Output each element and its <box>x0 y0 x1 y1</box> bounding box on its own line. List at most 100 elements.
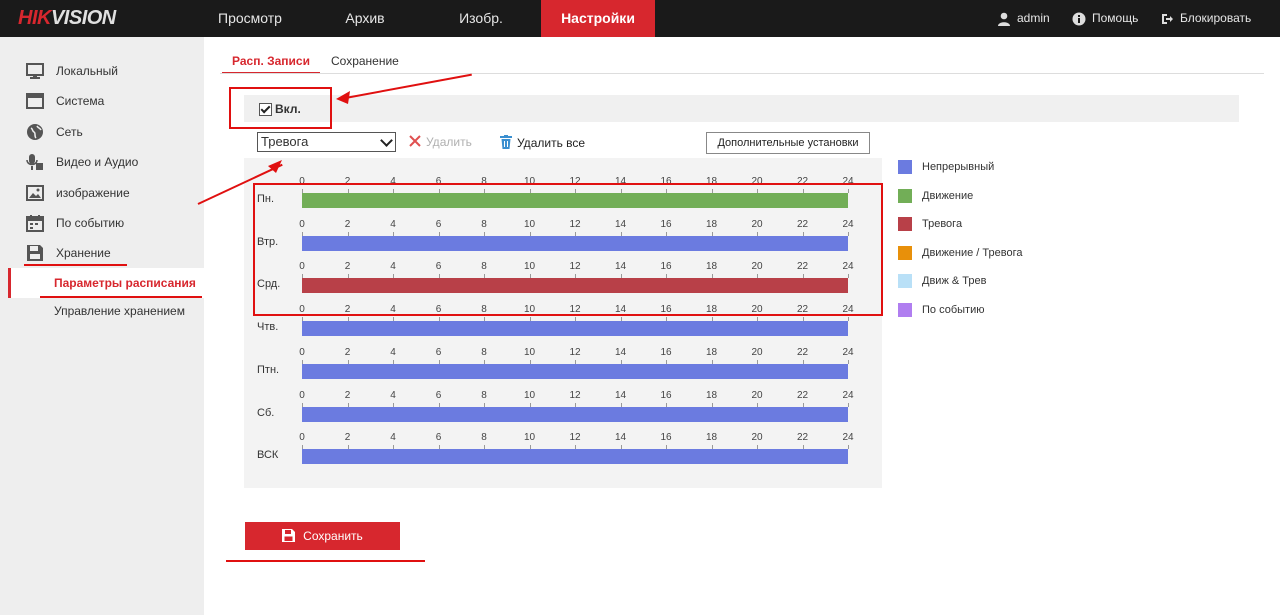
image-icon <box>26 185 44 201</box>
info-icon <box>1072 12 1086 26</box>
logout-icon <box>1162 13 1173 24</box>
legend-swatch[interactable] <box>898 188 912 203</box>
annotation-enable-box <box>229 87 332 129</box>
tab-storage[interactable]: Сохранение <box>331 52 399 72</box>
hour-tick-label: 2 <box>344 432 351 444</box>
hour-tick-label: 4 <box>390 346 396 358</box>
record-type-value: Тревога <box>261 134 309 149</box>
tab-divider <box>220 73 1264 74</box>
sidebar-subitem-storage-management[interactable]: Управление хранением <box>54 304 185 318</box>
hour-tick-label: 20 <box>751 389 763 401</box>
legend-label: Тревога <box>922 218 963 230</box>
enable-row <box>244 95 1239 122</box>
day-schedule-bar[interactable] <box>302 449 848 465</box>
sidebar-item-label: Хранение <box>56 246 111 260</box>
globe-icon <box>27 124 43 140</box>
day-label: Сб. <box>257 406 275 419</box>
arrowhead-icon <box>336 91 350 104</box>
legend-swatch[interactable] <box>898 302 912 317</box>
hour-tick-label: 10 <box>523 346 536 358</box>
legend-swatch[interactable] <box>898 245 912 260</box>
delete-label: Удалить <box>426 135 472 149</box>
sidebar-item-label: изображение <box>56 186 130 200</box>
sidebar-item-label: Видео и Аудио <box>56 155 139 169</box>
hour-tick-label: 6 <box>435 346 442 358</box>
hour-tick-label: 24 <box>842 346 854 358</box>
lock-link[interactable]: Блокировать <box>1160 0 1251 37</box>
save-icon <box>282 529 296 542</box>
hour-tick-label: 24 <box>842 432 854 444</box>
annotation-underline-storage <box>24 264 127 266</box>
legend-label: Движение / Тревога <box>922 246 1023 259</box>
day-schedule-bar[interactable] <box>302 406 848 422</box>
sidebar-subitem-label: Параметры расписания <box>54 276 196 290</box>
close-icon <box>409 135 421 147</box>
hour-tick-mark <box>848 402 849 407</box>
lock-label: Блокировать <box>1180 11 1252 25</box>
record-type-select[interactable]: Тревога <box>257 132 396 152</box>
mic-camera-icon <box>26 154 43 170</box>
storage-icon <box>27 245 43 261</box>
save-button[interactable]: Сохранить <box>245 522 400 550</box>
hour-tick-mark <box>848 445 849 450</box>
hour-tick-label: 0 <box>299 389 305 401</box>
hour-tick-label: 12 <box>569 346 581 358</box>
hour-tick-label: 8 <box>481 389 487 401</box>
nav-image[interactable]: Изобр. <box>436 0 526 37</box>
advanced-settings-button[interactable]: Дополнительные установки <box>706 132 870 154</box>
legend-swatch[interactable] <box>898 217 912 231</box>
hour-tick-label: 2 <box>344 346 351 358</box>
hour-tick-label: 22 <box>796 389 809 401</box>
hour-tick-label: 4 <box>390 432 396 444</box>
hour-tick-label: 14 <box>614 432 627 444</box>
legend-label: Непрерывный <box>922 161 995 173</box>
help-link[interactable]: Помощь <box>1072 0 1138 37</box>
hour-tick-label: 14 <box>614 389 627 401</box>
hour-tick-label: 18 <box>705 432 718 444</box>
delete-all-label: Удалить все <box>517 136 586 150</box>
sidebar-item-label: Сеть <box>56 125 83 139</box>
hour-tick-label: 10 <box>523 432 536 444</box>
legend-label: По событию <box>922 303 985 316</box>
hour-tick-label: 8 <box>481 346 487 358</box>
hour-tick-label: 16 <box>660 346 672 358</box>
legend-label: Движение <box>922 189 974 202</box>
day-schedule-bar[interactable] <box>302 321 848 337</box>
username: admin <box>1017 11 1050 25</box>
sidebar-item-label: По событию <box>56 216 125 230</box>
nav-settings[interactable]: Настройки <box>541 0 655 37</box>
hour-tick-mark <box>848 359 849 364</box>
day-label: Птн. <box>257 363 280 376</box>
day-label: ВСК <box>257 449 279 462</box>
nav-preview[interactable]: Просмотр <box>205 0 295 37</box>
hour-tick-label: 22 <box>796 346 809 358</box>
hour-tick-label: 10 <box>523 389 536 401</box>
day-schedule-bar[interactable] <box>302 363 848 379</box>
hour-tick-label: 4 <box>390 389 396 401</box>
tab-record-schedule[interactable]: Расп. Записи <box>222 52 320 74</box>
delete-all-button[interactable]: Удалить все <box>500 135 585 150</box>
nav-archive[interactable]: Архив <box>320 0 410 37</box>
hour-tick-label: 0 <box>299 432 305 444</box>
hour-tick-label: 14 <box>614 346 627 358</box>
arrowhead-icon <box>268 160 282 173</box>
hour-tick-label: 8 <box>481 432 487 444</box>
legend-label: Движ & Трев <box>922 275 987 287</box>
hour-tick-mark <box>848 317 849 322</box>
legend-swatch[interactable] <box>898 160 912 174</box>
sidebar-item-label: Система <box>56 94 105 108</box>
trash-icon <box>500 135 512 149</box>
hour-tick-label: 18 <box>705 389 718 401</box>
sidebar-subitem-schedule[interactable]: Параметры расписания <box>8 268 207 298</box>
annotation-schedule-box <box>253 183 883 316</box>
monitor-icon <box>26 63 44 79</box>
hour-tick-label: 2 <box>344 389 351 401</box>
delete-button[interactable]: Удалить <box>409 135 472 149</box>
sidebar-item-label: Локальный <box>56 64 118 78</box>
hour-tick-label: 18 <box>705 346 718 358</box>
hour-tick-label: 0 <box>299 346 305 358</box>
hour-tick-label: 12 <box>569 389 581 401</box>
user-icon <box>998 12 1010 26</box>
legend-swatch[interactable] <box>898 274 912 288</box>
user-menu[interactable]: admin <box>997 0 1050 37</box>
